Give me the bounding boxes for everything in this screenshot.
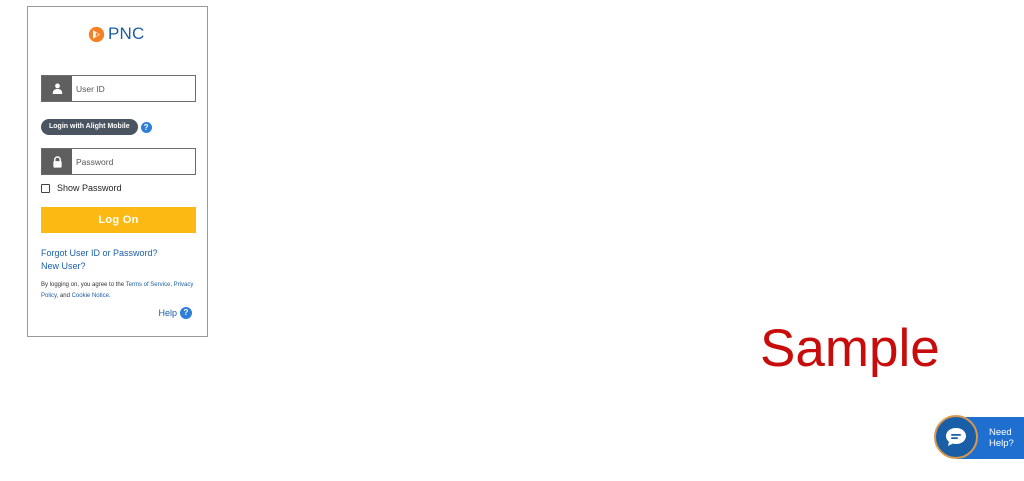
alight-mobile-button[interactable]: Login with Alight Mobile bbox=[41, 119, 138, 135]
lock-icon bbox=[42, 149, 72, 174]
new-user-link[interactable]: New User? bbox=[41, 261, 86, 271]
forgot-credentials-link[interactable]: Forgot User ID or Password? bbox=[41, 248, 158, 258]
alight-row: Login with Alight Mobile ? bbox=[41, 119, 152, 135]
password-input[interactable] bbox=[72, 149, 195, 174]
question-icon[interactable]: ? bbox=[140, 121, 152, 133]
password-field[interactable] bbox=[41, 148, 196, 175]
user-id-input[interactable] bbox=[72, 76, 195, 101]
logo-text: PNC bbox=[108, 24, 145, 43]
help-label[interactable]: Help bbox=[158, 308, 177, 318]
legal-notice: By logging on, you agree to the Terms of… bbox=[41, 280, 201, 302]
log-on-button[interactable]: Log On bbox=[41, 207, 196, 233]
user-icon bbox=[42, 76, 72, 101]
sample-watermark: Sample bbox=[760, 319, 940, 378]
show-password-row: Show Password bbox=[41, 183, 122, 193]
need-help-widget[interactable]: Need Help? bbox=[934, 415, 1024, 462]
terms-of-service-link[interactable]: Terms of Service bbox=[126, 282, 171, 288]
user-id-field[interactable] bbox=[41, 75, 196, 102]
cookie-notice-link[interactable]: Cookie Notice bbox=[72, 293, 109, 299]
show-password-label[interactable]: Show Password bbox=[57, 183, 122, 193]
pnc-logo: PNC bbox=[88, 24, 145, 44]
need-help-line1: Need bbox=[989, 427, 1012, 438]
show-password-checkbox[interactable] bbox=[41, 183, 50, 193]
need-help-line2: Help? bbox=[989, 438, 1014, 449]
legal-end: . bbox=[108, 293, 111, 299]
legal-prefix: By logging on, you agree to the bbox=[41, 282, 125, 288]
chat-bubble-icon[interactable] bbox=[934, 415, 978, 459]
pnc-logo-icon bbox=[88, 26, 105, 42]
help-question-icon[interactable]: ? bbox=[180, 307, 192, 319]
legal-and: , and bbox=[56, 293, 70, 299]
legal-comma: , bbox=[170, 282, 172, 288]
help-link[interactable]: Help ? bbox=[158, 307, 192, 319]
login-card: PNC Login with Alight Mobile ? Show Pass… bbox=[27, 6, 208, 337]
need-help-label[interactable]: Need Help? bbox=[989, 427, 1021, 449]
